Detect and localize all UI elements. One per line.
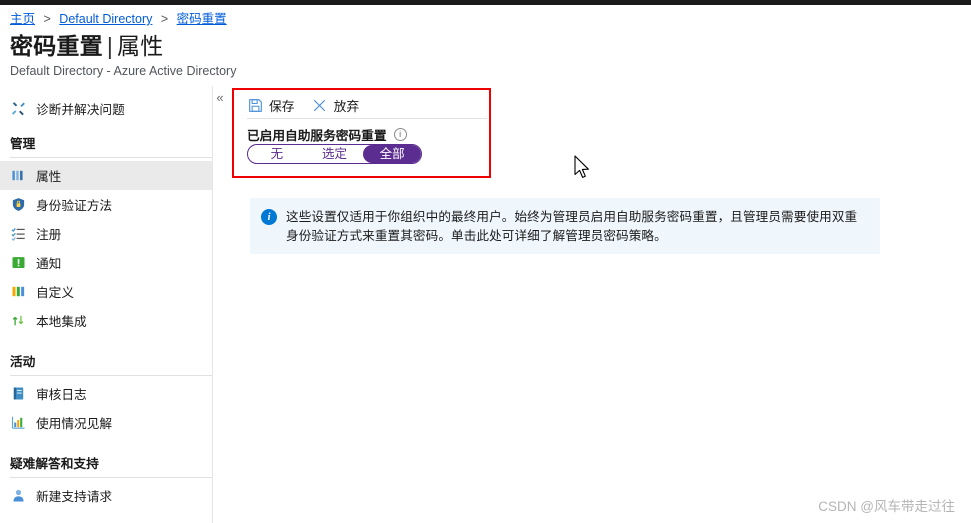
sidebar-section-header-manage: 管理 [10,137,36,151]
sidebar-item-audit-logs[interactable]: 审核日志 [0,379,212,408]
sidebar-item-onprem-integration[interactable]: 本地集成 [0,306,212,335]
page-title-separator: | [106,33,113,59]
sidebar-divider [10,477,212,478]
sidebar-item-registration[interactable]: 注册 [0,219,212,248]
sidebar-item-auth-methods[interactable]: 身份验证方法 [0,190,212,219]
sidebar-item-label: 注册 [36,228,62,242]
sidebar-section-header-support: 疑难解答和支持 [10,457,99,471]
sidebar-item-label: 本地集成 [36,315,87,329]
top-dark-strip [0,0,971,5]
sspr-option-selected[interactable]: 选定 [306,145,364,163]
sidebar-item-diagnose[interactable]: 诊断并解决问题 [0,94,212,123]
sidebar-item-label: 身份验证方法 [36,199,113,213]
breadcrumb-separator: > [160,12,169,26]
page-title-main: 密码重置 [10,33,103,59]
wrench-icon [10,100,27,117]
save-floppy-icon [247,97,263,113]
sidebar-item-label: 使用情况见解 [36,417,113,431]
sidebar-item-usage-insights[interactable]: 使用情况见解 [0,408,212,437]
checklist-icon [10,225,27,242]
sspr-option-all[interactable]: 全部 [363,145,421,163]
sidebar: 诊断并解决问题 管理 属性 身份验证方法 注册 通知 自定义 本地集成 活动 审… [0,86,213,523]
sspr-segmented-control[interactable]: 无 选定 全部 [247,144,422,164]
sidebar-item-label: 通知 [36,257,62,271]
sidebar-item-properties[interactable]: 属性 [0,161,212,190]
sync-arrows-icon [10,312,27,329]
info-banner-text: 这些设置仅适用于你组织中的最终用户。始终为管理员启用自助服务密码重置，且管理员需… [286,210,858,243]
breadcrumb-item-password-reset[interactable]: 密码重置 [177,12,227,26]
sidebar-item-notifications[interactable]: 通知 [0,248,212,277]
breadcrumb-item-directory[interactable]: Default Directory [59,12,152,26]
info-tooltip-icon[interactable]: i [393,128,407,141]
page-title: 密码重置 | 属性 [10,31,163,61]
insights-chart-icon [10,414,27,431]
sidebar-divider [10,375,212,376]
sidebar-item-label: 属性 [36,170,62,184]
info-icon: i [261,209,277,225]
sidebar-item-label: 审核日志 [36,388,87,402]
book-icon [10,385,27,402]
breadcrumb-separator: > [43,12,51,26]
page-root: 主页 > Default Directory > 密码重置 密码重置 | 属性 De… [0,0,971,523]
sspr-field-label-text: 已启用自助服务密码重置 [247,129,387,143]
info-banner: i 这些设置仅适用于你组织中的最终用户。始终为管理员启用自助服务密码重置，且管理… [250,198,880,254]
save-button[interactable]: 保存 [247,94,304,116]
bar-chart-icon [10,167,27,184]
sidebar-item-customize[interactable]: 自定义 [0,277,212,306]
sidebar-collapse-icon[interactable]: « [212,90,228,106]
breadcrumb: 主页 > Default Directory > 密码重置 [10,11,227,27]
notification-icon [10,254,27,271]
save-button-label: 保存 [269,98,295,114]
sidebar-item-label: 自定义 [36,286,75,300]
watermark: CSDN @风车带走过往 [818,499,955,514]
sidebar-divider [10,157,212,158]
discard-button[interactable]: 放弃 [312,94,369,116]
sidebar-section-header-activity: 活动 [10,355,36,369]
shield-icon [10,196,27,213]
sidebar-item-label: 诊断并解决问题 [36,103,125,117]
sspr-field-label: 已启用自助服务密码重置 i [247,125,407,144]
page-title-sub: 属性 [117,33,164,59]
mouse-cursor [573,155,593,183]
close-x-icon [312,97,328,113]
command-bar: 保存 放弃 [247,94,376,116]
sidebar-item-label: 新建支持请求 [36,490,113,504]
sspr-option-none[interactable]: 无 [248,145,306,163]
sidebar-item-new-support-request[interactable]: 新建支持请求 [0,481,212,510]
command-bar-divider [247,118,487,119]
support-person-icon [10,487,27,504]
customize-bars-icon [10,283,27,300]
breadcrumb-item-home[interactable]: 主页 [10,12,35,26]
page-subtitle: Default Directory - Azure Active Directo… [10,64,237,78]
discard-button-label: 放弃 [333,98,360,114]
